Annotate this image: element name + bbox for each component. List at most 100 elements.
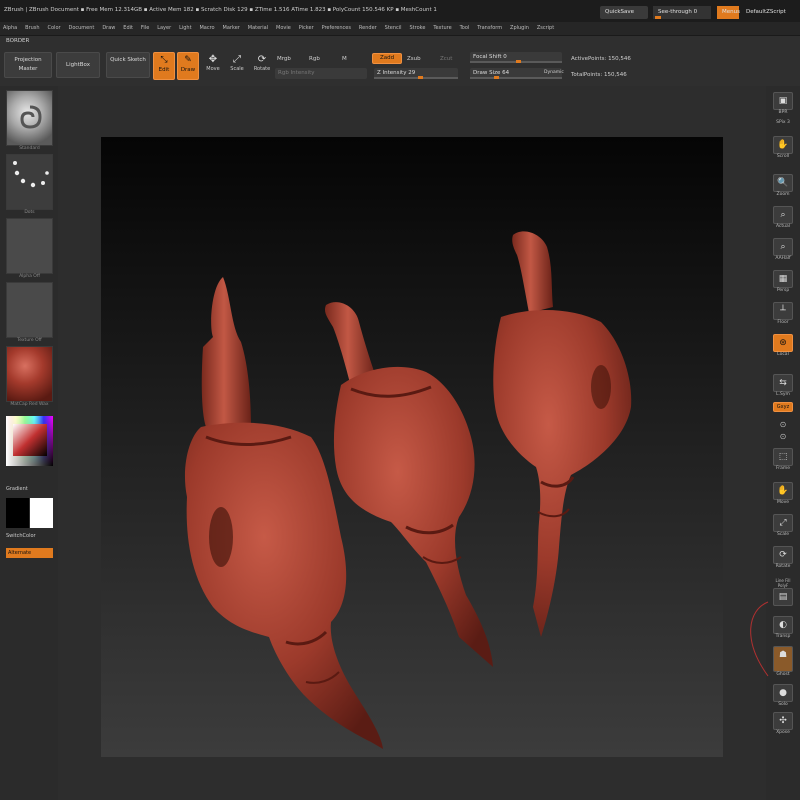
menu-preferences[interactable]: Preferences — [319, 22, 354, 34]
scroll-button[interactable]: ✋ Scroll — [770, 136, 796, 159]
alternate-button[interactable]: Alternate — [6, 548, 53, 558]
document-title: ZBrush | ZBrush Document ▪ Free Mem 12.3… — [4, 7, 437, 13]
edit-button[interactable]: ⤡ Edit — [153, 52, 175, 80]
menu-texture[interactable]: Texture — [430, 22, 454, 34]
menu-light[interactable]: Light — [176, 22, 194, 34]
persp-button[interactable]: ▦ Persp — [770, 270, 796, 293]
spix-label: SPix 3 — [776, 120, 790, 125]
rgb-button[interactable]: Rgb — [309, 56, 320, 62]
projection-master-button[interactable]: Projection Master — [4, 52, 52, 78]
transp-button[interactable]: ◐ Transp — [770, 616, 796, 639]
rotate-view-button[interactable]: ⟳ Rotate — [770, 546, 796, 569]
matcap-thumbnail[interactable] — [6, 346, 53, 402]
menu-picker[interactable]: Picker — [296, 22, 317, 34]
top-shelf: BORDER Projection Master LightBox Quick … — [0, 36, 800, 92]
gxyz-icon: Gxyz — [773, 402, 793, 412]
sculpt-piece-right — [493, 231, 632, 637]
solo-button[interactable]: ● Solo — [770, 684, 796, 707]
menu-edit[interactable]: Edit — [120, 22, 136, 34]
draw-button[interactable]: ✎ Draw — [177, 52, 199, 80]
mrgb-button[interactable]: Mrgb — [277, 56, 291, 62]
zoom-button[interactable]: 🔍 Zoom — [770, 174, 796, 197]
menu-layer[interactable]: Layer — [154, 22, 174, 34]
scale-button[interactable]: ⤢ Scale — [226, 54, 248, 72]
texture-thumbnail[interactable] — [6, 282, 53, 338]
aahalf-button[interactable]: ⌕ AAHalf — [770, 238, 796, 261]
dynamic-toggle[interactable]: Dynamic — [544, 70, 564, 75]
brush-thumbnail[interactable] — [6, 90, 53, 146]
lsym-button[interactable]: ⇆ L.Sym — [770, 374, 796, 397]
scale-view-icon: ⤢ — [773, 514, 793, 532]
gradient-label[interactable]: Gradient — [6, 486, 28, 492]
menu-color[interactable]: Color — [45, 22, 64, 34]
menu-zscript[interactable]: Zscript — [534, 22, 557, 34]
menu-document[interactable]: Document — [65, 22, 97, 34]
lightbox-button[interactable]: LightBox — [56, 52, 100, 78]
z-intensity-slider[interactable]: Z Intensity 29 — [374, 68, 458, 79]
menu-stencil[interactable]: Stencil — [382, 22, 405, 34]
polyframe-button[interactable]: Line Fill PolyF ▤ — [770, 578, 796, 606]
material-thumbnail-label: Standard — [19, 146, 40, 151]
menu-stroke[interactable]: Stroke — [406, 22, 428, 34]
menu-marker[interactable]: Marker — [220, 22, 243, 34]
rotate-view-label: Rotate — [775, 564, 791, 569]
color-picker[interactable] — [6, 416, 53, 466]
menu-alpha[interactable]: Alpha — [0, 22, 20, 34]
menu-file[interactable]: File — [138, 22, 152, 34]
brush-cursor-ring — [750, 601, 769, 677]
axis-toggle-button-2[interactable]: ⊙ — [770, 432, 796, 441]
alpha-thumbnail[interactable] — [6, 218, 53, 274]
scale-view-button[interactable]: ⤢ Scale — [770, 514, 796, 537]
move-view-label: Move — [776, 500, 790, 505]
xpose-button[interactable]: ✣ Xpose — [770, 712, 796, 735]
menu-transform[interactable]: Transform — [474, 22, 505, 34]
gxyz-button[interactable]: Gxyz — [770, 402, 796, 412]
menus-button[interactable]: Menus — [717, 6, 740, 19]
menu-material[interactable]: Material — [245, 22, 271, 34]
local-button[interactable]: ⊛ Local — [770, 334, 796, 357]
zadd-button[interactable]: Zadd — [372, 53, 402, 64]
actual-button[interactable]: ⌕ Actual — [770, 206, 796, 229]
quicksave-button[interactable]: QuickSave — [600, 6, 648, 19]
spix-slider[interactable]: SPix 3 — [770, 120, 796, 125]
floor-button[interactable]: ┴ Floor — [770, 302, 796, 325]
color-picker-square[interactable] — [13, 424, 47, 456]
right-shelf: ▣ BPR SPix 3 ✋ Scroll 🔍 Zoom ⌕ Actual ⌕ AAHal… — [766, 86, 800, 800]
primary-color-swatch[interactable] — [30, 498, 53, 528]
see-through-slider[interactable]: See-through 0 — [653, 6, 711, 19]
title-bar: ZBrush | ZBrush Document ▪ Free Mem 12.3… — [0, 0, 800, 22]
stroke-thumbnail[interactable] — [6, 154, 53, 210]
ghost-label: Ghost — [776, 672, 790, 677]
zsub-button[interactable]: Zsub — [407, 56, 421, 62]
menu-tool[interactable]: Tool — [457, 22, 473, 34]
menu-macro[interactable]: Macro — [196, 22, 217, 34]
zoom-label: Zoom — [776, 192, 790, 197]
scale-label: Scale — [230, 66, 244, 72]
ghost-button[interactable]: ☗ Ghost — [770, 646, 796, 677]
frame-button[interactable]: ⬚ Frame — [770, 448, 796, 471]
zoom-icon: 🔍 — [773, 174, 793, 192]
menu-draw[interactable]: Draw — [99, 22, 118, 34]
menu-zplugin[interactable]: Zplugin — [507, 22, 532, 34]
secondary-color-swatch[interactable] — [6, 498, 29, 528]
rotate-button[interactable]: ⟳ Rotate — [251, 54, 273, 72]
focal-shift-slider[interactable]: Focal Shift 0 — [470, 52, 562, 63]
zcut-button[interactable]: Zcut — [440, 56, 452, 62]
default-script-button[interactable]: DefaultZScript — [741, 6, 799, 19]
menu-movie[interactable]: Movie — [273, 22, 294, 34]
move-button[interactable]: ✥ Move — [202, 54, 224, 72]
axis-toggle-button[interactable]: ⊙ — [770, 420, 796, 429]
menu-render[interactable]: Render — [356, 22, 380, 34]
move-view-button[interactable]: ✋ Move — [770, 482, 796, 505]
quick-sketch-button[interactable]: Quick Sketch — [106, 52, 150, 78]
sculpt-canvas[interactable] — [101, 137, 723, 757]
bpr-button[interactable]: ▣ BPR — [770, 92, 796, 115]
actual-label: Actual — [775, 224, 791, 229]
m-button[interactable]: M — [342, 56, 347, 62]
draw-label: Draw — [180, 67, 196, 73]
draw-size-knob — [494, 76, 499, 79]
rgb-intensity-slider[interactable]: Rgb Intensity — [275, 68, 367, 79]
switch-color-button[interactable]: SwitchColor — [6, 533, 36, 539]
menu-brush[interactable]: Brush — [22, 22, 42, 34]
document-viewport[interactable] — [101, 137, 723, 757]
